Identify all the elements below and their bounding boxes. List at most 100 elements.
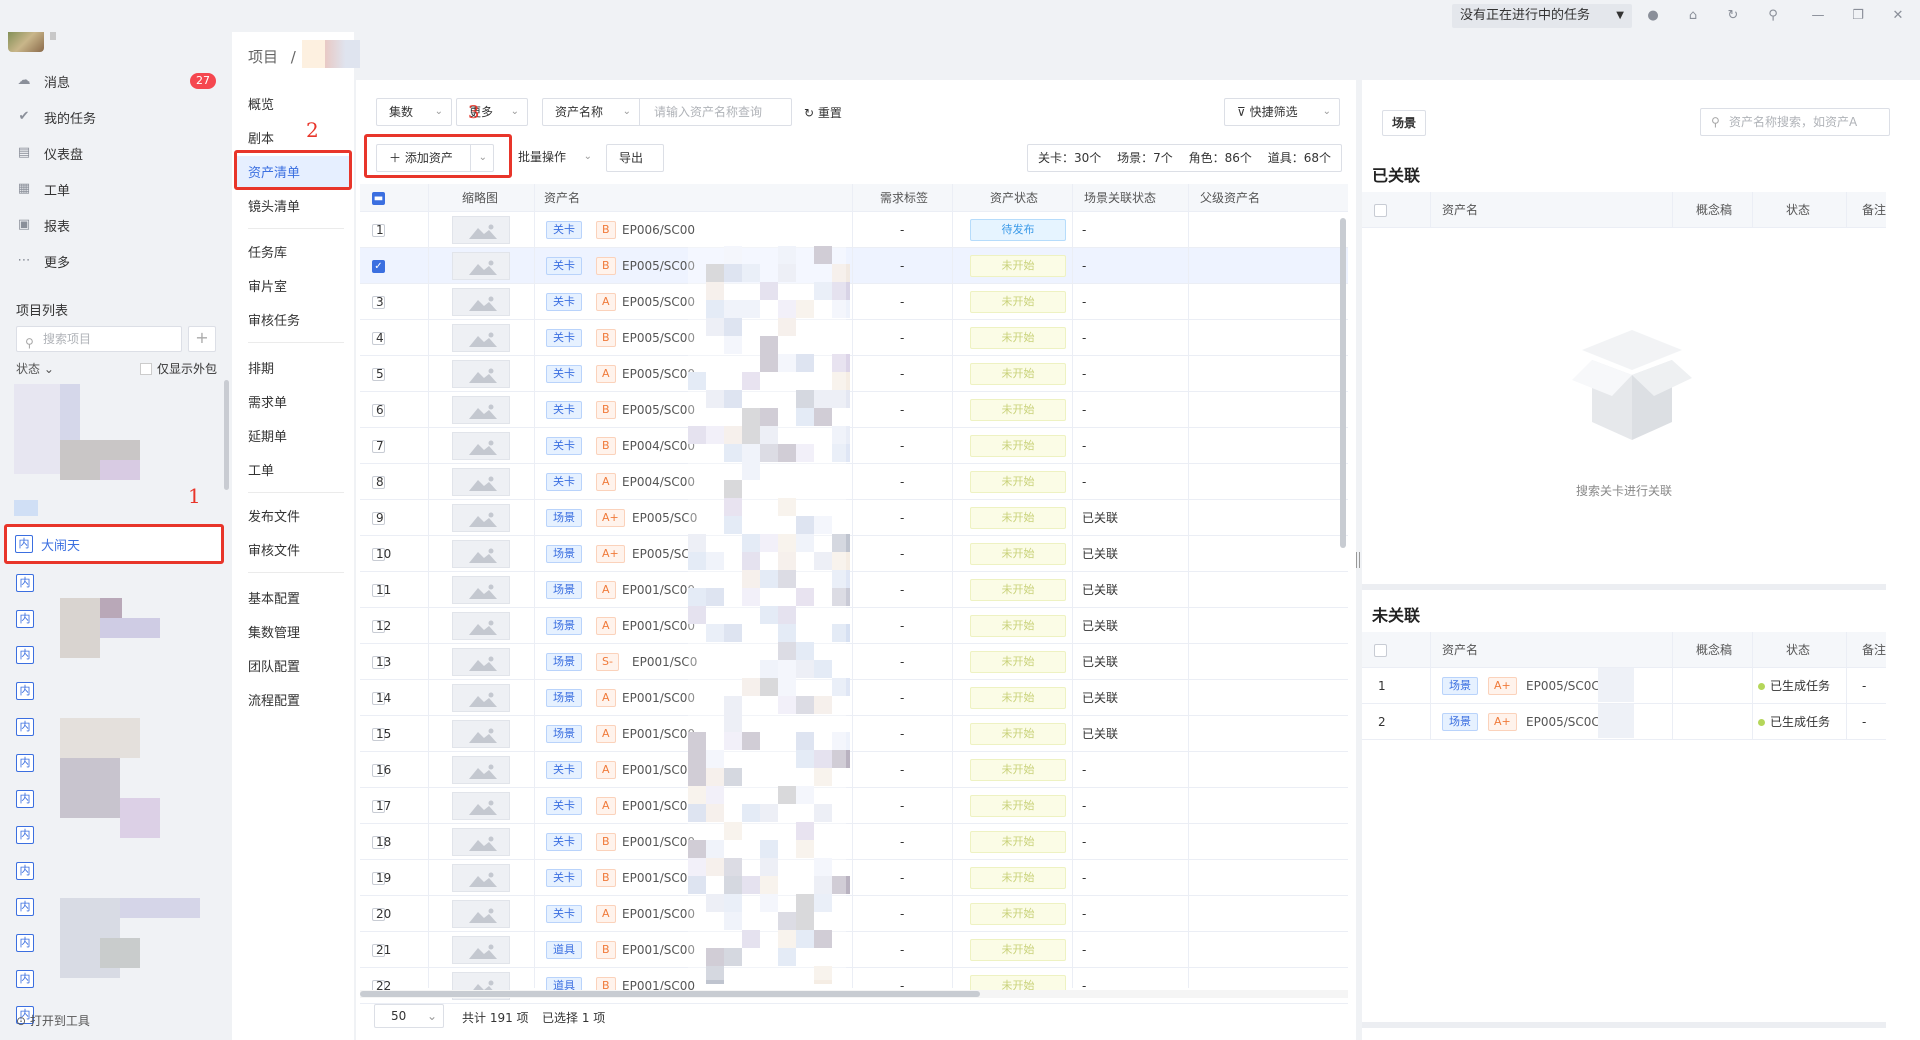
table-row[interactable]: 13 场景 S- EP001/SC0- 未开始 已关联	[360, 644, 1348, 680]
asset-thumbnail[interactable]	[452, 576, 510, 604]
asset-thumbnail[interactable]	[452, 612, 510, 640]
table-row[interactable]: 16 关卡 A EP001/SC00 - 未开始 -	[360, 752, 1348, 788]
add-project-button[interactable]: +	[188, 326, 216, 352]
table-row[interactable]: 18 关卡 B EP001/SC00 - 未开始 -	[360, 824, 1348, 860]
right-panel-scrollbar[interactable]	[1362, 1022, 1886, 1028]
asset-name[interactable]: EP001/SC00	[622, 932, 695, 968]
more-filter[interactable]: 更多 ⌄	[456, 98, 528, 126]
asset-thumbnail[interactable]	[452, 648, 510, 676]
reset-button[interactable]: ↻ 重置	[804, 104, 842, 121]
nav-more[interactable]: ⋯ 更多	[16, 250, 216, 272]
close-icon[interactable]: ✕	[1890, 8, 1906, 24]
table-row[interactable]: 9 场景 A+ EP005/SC0- 未开始 已关联	[360, 500, 1348, 536]
asset-name[interactable]: EP001/SC00	[622, 860, 695, 896]
asset-name[interactable]: EP005/SC0C	[1526, 668, 1600, 704]
asset-thumbnail[interactable]	[452, 252, 510, 280]
subnav-review-room[interactable]: 审片室	[248, 276, 287, 295]
asset-thumbnail[interactable]	[452, 540, 510, 568]
linked-select-all-checkbox[interactable]	[1374, 204, 1387, 217]
subnav-episode-mgmt[interactable]: 集数管理	[248, 622, 300, 641]
table-row[interactable]: 5 关卡 A EP005/SC00 - 未开始 -	[360, 356, 1348, 392]
asset-name[interactable]: EP004/SC00	[622, 464, 695, 500]
minimize-icon[interactable]: —	[1810, 8, 1826, 24]
subnav-shot-list[interactable]: 镜头清单	[248, 196, 300, 215]
episodes-filter[interactable]: 集数 ⌄	[376, 98, 452, 126]
asset-name[interactable]: EP005/SC00	[622, 284, 695, 320]
asset-name-field-select[interactable]: 资产名称 ⌄	[542, 98, 640, 126]
outsource-only-checkbox[interactable]: 仅显示外包	[140, 360, 217, 377]
asset-name[interactable]: EP001/SC00	[622, 968, 695, 1004]
asset-thumbnail[interactable]	[452, 216, 510, 244]
batch-ops-button[interactable]: 批量操作 ⌄	[506, 144, 600, 172]
asset-name[interactable]: EP001/SC00	[622, 680, 695, 716]
unlinked-row[interactable]: 2 场景 A+ EP005/SC0C 已生成任务 -	[1362, 704, 1886, 740]
right-search-input[interactable]: ⚲ 资产名称搜索，如资产A	[1700, 108, 1890, 136]
unlinked-row[interactable]: 1 场景 A+ EP005/SC0C 已生成任务 -	[1362, 668, 1886, 704]
refresh-icon[interactable]: ↻	[1725, 8, 1741, 24]
subnav-schedule[interactable]: 排期	[248, 358, 274, 377]
asset-thumbnail[interactable]	[452, 828, 510, 856]
project-item[interactable]: 内	[8, 674, 222, 708]
asset-thumbnail[interactable]	[452, 324, 510, 352]
table-row[interactable]: 22 道具 B EP001/SC00- 未开始 -	[360, 968, 1348, 1004]
asset-thumbnail[interactable]	[452, 288, 510, 316]
quick-filter-button[interactable]: ⊽ 快捷筛选 ⌄	[1224, 98, 1340, 126]
asset-thumbnail[interactable]	[452, 360, 510, 388]
nav-workorders[interactable]: ▦ 工单	[16, 178, 216, 200]
open-tool-link[interactable]: ⊙ 打开到工具	[16, 1012, 90, 1029]
table-row[interactable]: 3 关卡 A EP005/SC00 - 未开始 -	[360, 284, 1348, 320]
asset-name-search-input[interactable]: 请输入资产名称查询	[640, 98, 792, 126]
subnav-task-library[interactable]: 任务库	[248, 242, 287, 261]
breadcrumb-root[interactable]: 项目	[248, 48, 278, 66]
task-status-dropdown[interactable]: 没有正在进行中的任务 ▼	[1452, 4, 1632, 28]
pin-icon[interactable]: ⚲	[1765, 8, 1781, 24]
splitter-handle-icon[interactable]	[1356, 552, 1360, 568]
table-row[interactable]: 15 场景 A EP001/SC00 - 未开始 已关联	[360, 716, 1348, 752]
asset-name[interactable]: EP005/SC0C	[1526, 704, 1600, 740]
asset-name[interactable]: EP001/SC00	[622, 716, 695, 752]
nav-reports[interactable]: ▣ 报表	[16, 214, 216, 236]
subnav-flow-config[interactable]: 流程配置	[248, 690, 300, 709]
subnav-overview[interactable]: 概览	[248, 94, 274, 113]
asset-thumbnail[interactable]	[452, 936, 510, 964]
table-row[interactable]: 14 场景 A EP001/SC00 - 未开始 已关联	[360, 680, 1348, 716]
table-vertical-scrollbar[interactable]	[1340, 218, 1346, 548]
table-horizontal-scrollbar[interactable]	[360, 990, 1348, 998]
nav-messages[interactable]: ☁ 消息 27	[16, 70, 216, 92]
asset-thumbnail[interactable]	[452, 792, 510, 820]
status-filter-dropdown[interactable]: 状态 ⌄	[16, 360, 54, 377]
subnav-workorders[interactable]: 工单	[248, 460, 274, 479]
table-row[interactable]: 6 关卡 B EP005/SC00 - 未开始 -	[360, 392, 1348, 428]
asset-name[interactable]: EP005/SC00	[622, 356, 695, 392]
asset-name[interactable]: EP005/SC00	[622, 248, 695, 284]
restore-icon[interactable]: ❐	[1850, 8, 1866, 24]
select-all-checkbox[interactable]: ▬	[372, 192, 385, 205]
asset-name[interactable]: EP005/SC00	[622, 392, 695, 428]
table-row[interactable]: 8 关卡 A EP004/SC00 - 未开始 -	[360, 464, 1348, 500]
asset-thumbnail[interactable]	[452, 432, 510, 460]
asset-name[interactable]: EP001/SC00	[622, 572, 695, 608]
scene-tab[interactable]: 场景	[1382, 110, 1426, 136]
asset-name[interactable]: EP005/SC00	[622, 320, 695, 356]
table-row[interactable]: 7 关卡 B EP004/SC00 - 未开始 -	[360, 428, 1348, 464]
asset-thumbnail[interactable]	[452, 720, 510, 748]
subnav-team-config[interactable]: 团队配置	[248, 656, 300, 675]
table-row[interactable]: 17 关卡 A EP001/SC00 - 未开始 -	[360, 788, 1348, 824]
asset-name[interactable]: EP001/SC00	[622, 824, 695, 860]
project-search-input[interactable]: ⚲ 搜索项目	[16, 326, 182, 352]
asset-name[interactable]: EP004/SC00	[622, 428, 695, 464]
project-item[interactable]: 内	[8, 854, 222, 888]
project-list-scrollbar[interactable]	[224, 380, 229, 490]
info-icon[interactable]: ●	[1645, 8, 1661, 24]
asset-name[interactable]: EP001/SC00	[622, 608, 695, 644]
asset-name[interactable]: EP001/SC00	[622, 896, 695, 932]
asset-name[interactable]: EP001/SC00	[622, 752, 695, 788]
table-row[interactable]: 19 关卡 B EP001/SC00 - 未开始 -	[360, 860, 1348, 896]
asset-name[interactable]: EP006/SC00	[622, 212, 695, 248]
subnav-review-files[interactable]: 审核文件	[248, 540, 300, 559]
asset-name[interactable]: EP001/SC00	[622, 788, 695, 824]
table-row[interactable]: 1 关卡 B EP006/SC00 - 待发布 -	[360, 212, 1348, 248]
asset-thumbnail[interactable]	[452, 504, 510, 532]
bot-icon[interactable]: ⌂	[1685, 8, 1701, 24]
unlinked-select-all-checkbox[interactable]	[1374, 644, 1387, 657]
